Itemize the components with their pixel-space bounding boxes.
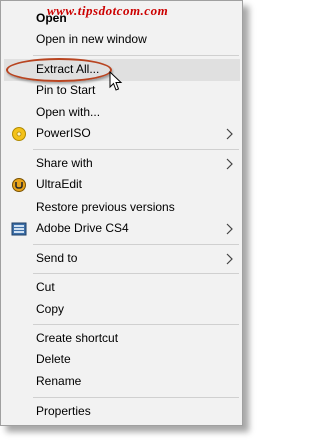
menu-item-adobe-drive-cs4[interactable]: Adobe Drive CS4 <box>4 218 240 240</box>
menu-separator <box>33 273 239 274</box>
menu-item-rename[interactable]: Rename <box>4 371 240 393</box>
menu-item-label: UltraEdit <box>36 177 83 191</box>
menu-item-delete[interactable]: Delete <box>4 349 240 371</box>
menu-item-label: Open <box>36 11 67 25</box>
menu-separator <box>33 149 239 150</box>
menu-item-label: Open in new window <box>36 32 147 46</box>
menu-item-label: Copy <box>36 302 65 316</box>
chevron-right-icon <box>224 127 234 141</box>
menu-item-label: Share with <box>36 156 93 170</box>
menu-item-properties[interactable]: Properties <box>4 401 240 423</box>
menu-separator <box>33 324 239 325</box>
menu-item-send-to[interactable]: Send to <box>4 248 240 270</box>
menu-item-label: Properties <box>36 404 91 418</box>
menu-separator <box>33 244 239 245</box>
annotation-oval <box>6 58 112 82</box>
mouse-cursor-icon <box>109 70 123 92</box>
menu-item-label: Send to <box>36 251 78 265</box>
chevron-right-icon <box>224 252 234 266</box>
menu-item-open[interactable]: Open <box>4 8 240 30</box>
menu-item-create-shortcut[interactable]: Create shortcut <box>4 328 240 350</box>
adobe-drive-icon <box>11 221 27 237</box>
menu-item-label: Adobe Drive CS4 <box>36 221 129 235</box>
menu-item-label: PowerISO <box>36 126 91 140</box>
context-menu: www.tipsdotcom.com Open Open in new wind… <box>0 0 243 426</box>
menu-item-label: Cut <box>36 280 55 294</box>
menu-item-label: Pin to Start <box>36 83 96 97</box>
menu-item-open-with[interactable]: Open with... <box>4 102 240 124</box>
menu-item-restore-previous-versions[interactable]: Restore previous versions <box>4 197 240 219</box>
chevron-right-icon <box>224 222 234 236</box>
menu-item-label: Delete <box>36 352 71 366</box>
menu-item-label: Rename <box>36 374 82 388</box>
menu-item-label: Create shortcut <box>36 331 119 345</box>
menu-separator <box>33 55 239 56</box>
menu-item-label: Restore previous versions <box>36 200 175 214</box>
menu-item-open-in-new-window[interactable]: Open in new window <box>4 29 240 51</box>
menu-item-share-with[interactable]: Share with <box>4 153 240 175</box>
poweriso-icon <box>11 126 27 142</box>
menu-item-copy[interactable]: Copy <box>4 299 240 321</box>
menu-separator <box>33 397 239 398</box>
menu-item-cut[interactable]: Cut <box>4 277 240 299</box>
ultraedit-icon <box>11 177 27 193</box>
menu-item-label: Open with... <box>36 105 101 119</box>
chevron-right-icon <box>224 157 234 171</box>
menu-item-poweriso[interactable]: PowerISO <box>4 123 240 145</box>
menu-item-ultraedit[interactable]: UltraEdit <box>4 174 240 196</box>
